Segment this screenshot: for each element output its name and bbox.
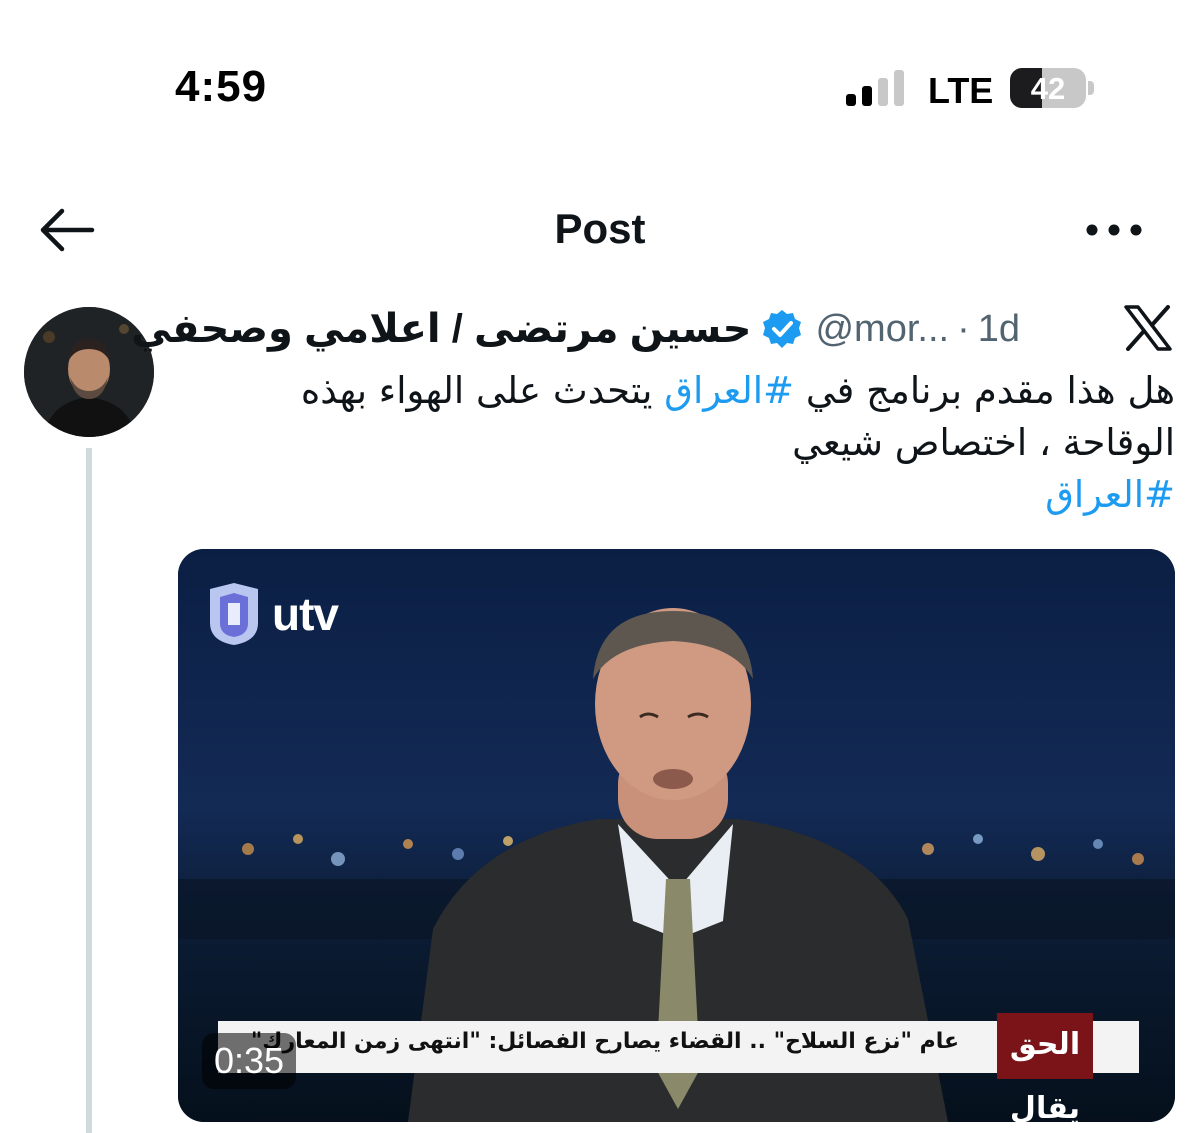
- news-ticker: عام "نزع السلاح" .. القضاء يصارح الفصائل…: [218, 1013, 1139, 1122]
- cellular-signal-icon: [846, 70, 904, 106]
- battery-icon: 42: [1010, 68, 1086, 108]
- post-text: هل هذا مقدم برنامج في #العراق يتحدث على …: [180, 365, 1175, 521]
- utv-logo-icon: [210, 583, 258, 645]
- author-handle[interactable]: @mor...: [815, 308, 949, 351]
- channel-name: utv: [272, 588, 339, 640]
- battery-percent: 42: [1030, 71, 1066, 106]
- author-name[interactable]: حسين مرتضى / اعلامي وصحفي: [131, 306, 751, 352]
- ticker-logo: الحق يقال: [997, 1013, 1093, 1122]
- verified-badge-icon: [763, 310, 802, 348]
- more-horizontal-icon[interactable]: [1082, 210, 1146, 250]
- hashtag-link[interactable]: #العراق: [1045, 473, 1175, 516]
- hashtag-link[interactable]: #العراق: [664, 369, 794, 412]
- post-timestamp[interactable]: 1d: [978, 308, 1020, 351]
- status-time: 4:59: [175, 62, 268, 111]
- thread-line: [86, 448, 92, 1133]
- post-text-part: هل هذا مقدم برنامج في: [794, 369, 1175, 412]
- video-duration: 0:35: [202, 1033, 297, 1089]
- video-player[interactable]: utv عام "نزع السلاح" .. القضاء يصارح الف…: [178, 549, 1175, 1122]
- separator-dot: ·: [957, 307, 970, 350]
- ticker-text: عام "نزع السلاح" .. القضاء يصارح الفصائل…: [250, 1029, 959, 1054]
- post-author-row: حسين مرتضى / اعلامي وصحفي @mor... · 1d: [131, 304, 1020, 354]
- battery-cap: [1088, 81, 1094, 95]
- x-logo-icon: [1124, 305, 1172, 351]
- channel-logo: utv: [206, 579, 339, 649]
- page-title: Post: [554, 205, 646, 252]
- network-label: LTE: [928, 70, 994, 111]
